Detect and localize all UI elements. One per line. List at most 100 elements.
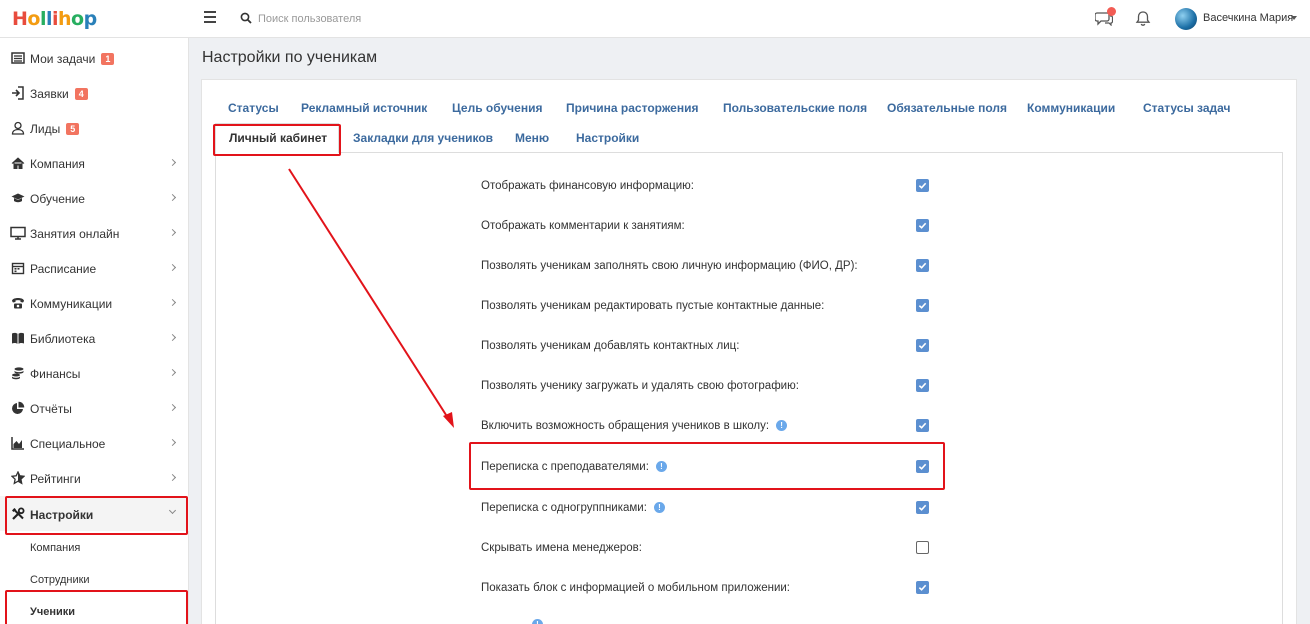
sidebar-item-label: Лиды: [30, 122, 61, 136]
sidebar-item-label: Занятия онлайн: [30, 227, 120, 241]
bell-icon[interactable]: [1135, 10, 1151, 27]
sidebar: Мои задачи 1 Заявки 4 Лиды 5 Компания Обуче…: [0, 38, 189, 624]
highlight-box-active-tab: [213, 124, 341, 156]
tab-ad-source[interactable]: Рекламный источник: [301, 101, 427, 115]
sidebar-item-finance[interactable]: Финансы: [0, 355, 189, 390]
chevron-right-icon: [168, 333, 177, 342]
chevron-right-icon: [168, 368, 177, 377]
sidebar-item-label: Рейтинги: [30, 472, 81, 486]
sidebar-item-leads[interactable]: Лиды 5: [0, 110, 189, 145]
setting-label: Показать блок с информацией о мобильном …: [481, 582, 791, 594]
search-icon: [240, 12, 252, 24]
setting-label: Включить возможность обращения учеников …: [481, 420, 770, 432]
user-search-input[interactable]: [258, 9, 558, 29]
sidebar-item-company[interactable]: Компания: [0, 145, 189, 180]
setting-label: Отображать комментарии к занятиям:: [481, 220, 685, 232]
hollihop-logo[interactable]: Hollihop: [12, 8, 97, 30]
info-icon[interactable]: !: [653, 502, 665, 513]
tab-termination-reason[interactable]: Причина расторжения: [566, 101, 698, 115]
sidebar-item-ratings[interactable]: Рейтинги: [0, 460, 189, 495]
tab-student-bookmarks[interactable]: Закладки для учеников: [353, 131, 493, 145]
tab-task-statuses[interactable]: Статусы задач: [1143, 101, 1230, 115]
sidebar-item-library[interactable]: Библиотека: [0, 320, 189, 355]
info-icon[interactable]: !: [532, 619, 543, 624]
sidebar-item-label: Отчёты: [30, 402, 72, 416]
pie-chart-icon: [12, 401, 25, 414]
tab-communications[interactable]: Коммуникации: [1027, 101, 1115, 115]
setting-label: Позволять ученикам добавлять контактных …: [481, 340, 740, 352]
setting-checkbox[interactable]: [916, 581, 929, 594]
setting-checkbox[interactable]: [916, 541, 929, 554]
caret-down-icon[interactable]: [1291, 16, 1297, 20]
user-avatar[interactable]: [1175, 8, 1197, 30]
user-name[interactable]: Васечкина Мария: [1203, 12, 1293, 24]
highlight-box-settings: [5, 496, 188, 535]
sidebar-subitem-staff[interactable]: Сотрудники: [30, 574, 90, 586]
sidebar-subitem-company[interactable]: Компания: [30, 542, 80, 554]
sidebar-item-requests[interactable]: Заявки 4: [0, 75, 189, 110]
sidebar-item-label: Расписание: [30, 262, 97, 276]
setting-checkbox[interactable]: [916, 219, 929, 232]
setting-label: Позволять ученикам заполнять свою личную…: [481, 260, 858, 272]
setting-checkbox[interactable]: [916, 339, 929, 352]
star-icon: [11, 471, 25, 485]
tab-settings[interactable]: Настройки: [576, 131, 639, 145]
setting-checkbox[interactable]: [916, 299, 929, 312]
sidebar-item-label: Мои задачи: [30, 52, 96, 66]
sidebar-item-special[interactable]: Специальное: [0, 425, 189, 460]
phone-icon: [12, 298, 24, 309]
setting-label: Позволять ученикам редактировать пустые …: [481, 300, 825, 312]
sidebar-item-my-tasks[interactable]: Мои задачи 1: [0, 40, 189, 75]
setting-checkbox[interactable]: [916, 419, 929, 432]
page-title: Настройки по ученикам: [202, 49, 378, 66]
sidebar-item-schedule[interactable]: Расписание: [0, 250, 189, 285]
tab-custom-fields[interactable]: Пользовательские поля: [723, 101, 867, 115]
chevron-right-icon: [168, 228, 177, 237]
menu-toggle-icon[interactable]: [204, 11, 216, 25]
sidebar-item-label: Заявки: [30, 87, 69, 101]
area-chart-icon: [11, 437, 24, 450]
notification-dot: [1107, 7, 1116, 16]
setting-checkbox[interactable]: [916, 379, 929, 392]
tab-learning-goal[interactable]: Цель обучения: [452, 101, 542, 115]
graduation-cap-icon: [11, 193, 25, 203]
chevron-right-icon: [168, 438, 177, 447]
chevron-right-icon: [168, 473, 177, 482]
sidebar-item-label: Обучение: [30, 192, 85, 206]
info-icon[interactable]: !: [776, 420, 788, 431]
count-badge: 4: [74, 88, 88, 100]
coins-icon: [12, 367, 24, 380]
top-bar: Hollihop Васечкина Мария: [0, 0, 1310, 38]
user-icon: [11, 121, 25, 135]
setting-checkbox[interactable]: [916, 259, 929, 272]
sidebar-item-education[interactable]: Обучение: [0, 180, 189, 215]
chevron-right-icon: [168, 193, 177, 202]
sidebar-item-reports[interactable]: Отчёты: [0, 390, 189, 425]
calendar-icon: [11, 262, 25, 275]
chevron-right-icon: [168, 263, 177, 272]
setting-label: Отображать финансовую информацию:: [481, 180, 694, 192]
sign-in-icon: [12, 86, 24, 100]
setting-label: Скрывать имена менеджеров:: [481, 542, 642, 554]
setting-label: Переписка с одногруппниками:: [481, 502, 647, 514]
setting-checkbox[interactable]: [916, 501, 929, 514]
sidebar-item-label: Специальное: [30, 437, 106, 451]
sidebar-item-label: Компания: [30, 157, 85, 171]
tab-statuses[interactable]: Статусы: [228, 101, 279, 115]
tasks-icon: [11, 52, 25, 64]
sidebar-item-label: Финансы: [30, 367, 81, 381]
sidebar-item-label: Коммуникации: [30, 297, 113, 311]
tab-required-fields[interactable]: Обязательные поля: [887, 101, 1007, 115]
setting-label: Позволять ученику загружать и удалять св…: [481, 380, 799, 392]
highlight-box-students: [5, 590, 188, 624]
book-icon: [12, 332, 24, 344]
sidebar-item-online-lessons[interactable]: Занятия онлайн: [0, 215, 189, 250]
home-icon: [11, 157, 25, 169]
chevron-right-icon: [168, 403, 177, 412]
chevron-right-icon: [168, 158, 177, 167]
count-badge: 1: [101, 53, 115, 65]
sidebar-item-communications[interactable]: Коммуникации: [0, 285, 189, 320]
setting-checkbox[interactable]: [916, 179, 929, 192]
monitor-icon: [10, 226, 26, 240]
tab-menu[interactable]: Меню: [515, 131, 549, 145]
